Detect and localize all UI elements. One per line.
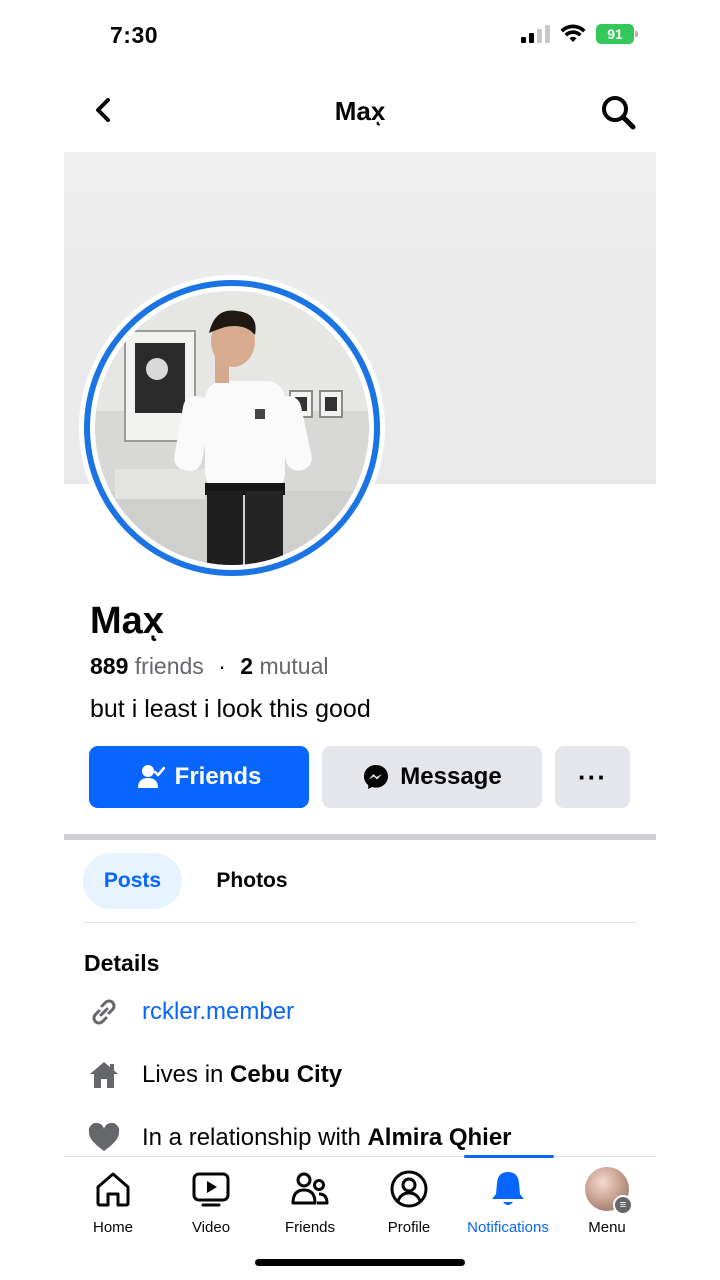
- relationship-prefix: In a relationship with: [142, 1124, 361, 1151]
- nav-profile[interactable]: Profile: [360, 1167, 458, 1236]
- status-time: 7:30: [110, 22, 159, 48]
- nav-home-label: Home: [92, 1219, 133, 1236]
- profile-bio: but i least i look this good: [90, 695, 371, 723]
- friend-check-icon: [137, 765, 165, 788]
- top-nav: Maxͅ: [64, 80, 656, 140]
- messenger-icon: [364, 765, 389, 789]
- nav-notifications[interactable]: Notifications: [459, 1167, 557, 1236]
- friends-label: friends: [134, 653, 204, 679]
- details-heading: Details: [84, 950, 160, 976]
- profile-name: Maxͅ: [90, 600, 164, 642]
- menu-avatar: ≡: [585, 1167, 633, 1215]
- video-icon: [192, 1172, 230, 1207]
- friend-stats[interactable]: 889 friends · 2 mutual: [90, 653, 329, 680]
- page-title: Maxͅ: [334, 96, 386, 126]
- friends-icon: [291, 1172, 329, 1205]
- nav-menu-label: Menu: [588, 1219, 626, 1236]
- section-divider: [64, 834, 656, 840]
- more-dots-icon: ···: [578, 761, 607, 792]
- relationship-partner[interactable]: Almira Qhier: [367, 1124, 511, 1151]
- profile-icon: [390, 1170, 428, 1208]
- profile-picture[interactable]: [84, 280, 380, 576]
- nav-profile-label: Profile: [387, 1219, 431, 1236]
- friends-count: 889: [90, 653, 129, 679]
- tab-posts[interactable]: Posts: [83, 853, 182, 909]
- friends-button[interactable]: Friends: [89, 746, 309, 808]
- more-options-button[interactable]: ···: [555, 746, 630, 808]
- search-icon[interactable]: [598, 92, 638, 132]
- home-detail-icon: [90, 1062, 118, 1088]
- nav-friends-label: Friends: [284, 1219, 336, 1236]
- battery-icon: 91: [596, 24, 638, 44]
- stats-separator: ·: [218, 653, 226, 679]
- tab-photos[interactable]: Photos: [201, 853, 303, 909]
- link-icon: [92, 999, 116, 1025]
- nav-friends[interactable]: Friends: [261, 1167, 359, 1236]
- profile-photo-illustration: [95, 291, 369, 565]
- detail-lives-in: Lives in Cebu City: [86, 1057, 342, 1093]
- home-icon: [96, 1172, 130, 1207]
- profile-tabs: Posts Photos: [83, 853, 637, 923]
- wifi-icon: [560, 24, 586, 42]
- lives-city[interactable]: Cebu City: [230, 1061, 342, 1088]
- status-bar: 7:30 91: [0, 0, 720, 72]
- message-button-label: Message: [400, 763, 502, 790]
- status-icons: 91: [521, 24, 638, 44]
- bell-icon: [492, 1172, 524, 1205]
- heart-icon: [88, 1122, 120, 1151]
- menu-icon: ≡: [613, 1195, 633, 1215]
- detail-relationship: In a relationship with Almira Qhier: [86, 1120, 512, 1156]
- nav-notifications-label: Notifications: [467, 1219, 549, 1236]
- message-button[interactable]: Message: [322, 746, 542, 808]
- friends-button-label: Friends: [174, 763, 262, 790]
- active-tab-indicator: [464, 1155, 554, 1158]
- mutual-label: mutual: [259, 653, 329, 679]
- bottom-nav: Home Video Friends Profile Notifications…: [64, 1155, 656, 1252]
- website-link[interactable]: rckler.member: [142, 998, 294, 1026]
- nav-menu[interactable]: ≡ Menu: [558, 1167, 656, 1236]
- nav-video[interactable]: Video: [162, 1167, 260, 1236]
- detail-website[interactable]: rckler.member: [86, 994, 294, 1030]
- home-indicator[interactable]: [255, 1259, 465, 1266]
- cellular-signal-icon: [521, 25, 550, 43]
- lives-prefix: Lives in: [142, 1061, 224, 1088]
- nav-home[interactable]: Home: [64, 1167, 162, 1236]
- mutual-count: 2: [240, 653, 254, 679]
- nav-video-label: Video: [191, 1219, 231, 1236]
- battery-level: 91: [607, 26, 623, 42]
